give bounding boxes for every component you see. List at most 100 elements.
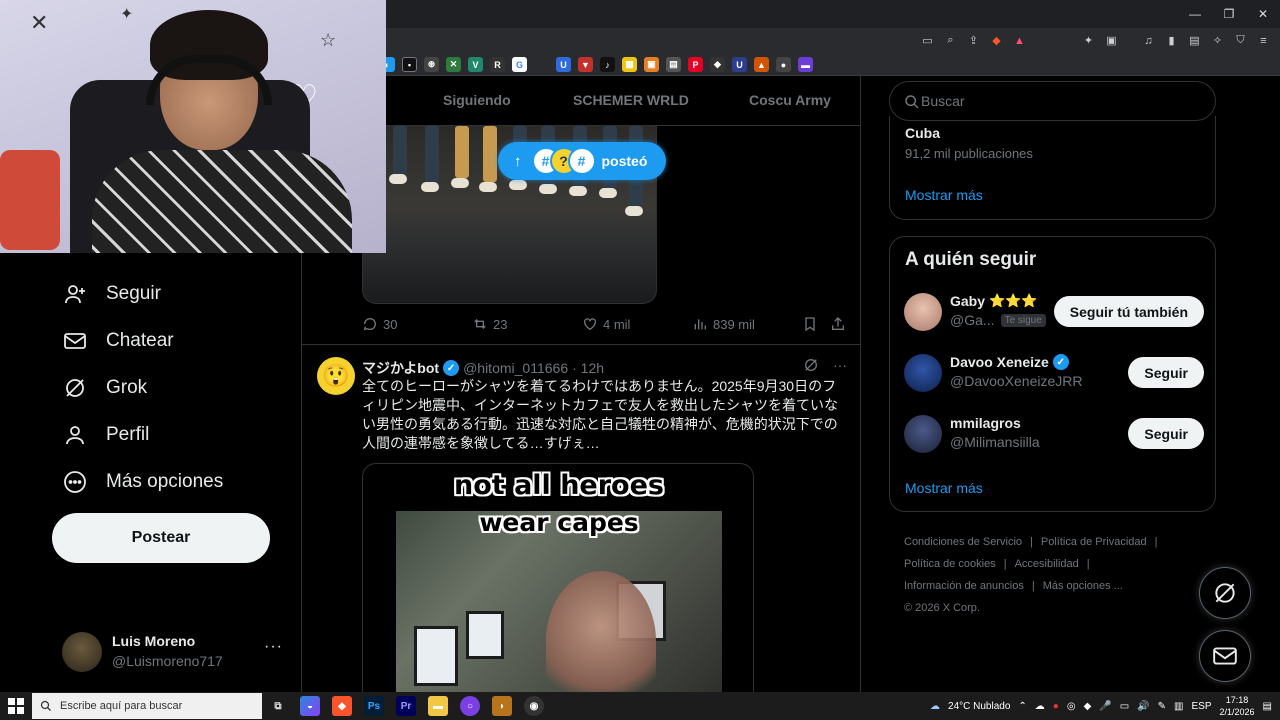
bookmark-icon[interactable]: ▲ xyxy=(754,57,769,72)
tray-icon[interactable]: ● xyxy=(1053,701,1059,712)
media-icon[interactable]: ♫ xyxy=(1140,32,1157,49)
tab-coscu-army[interactable]: Coscu Army xyxy=(749,92,831,108)
bookmark-icon[interactable]: V xyxy=(468,57,483,72)
nav-item-seguir[interactable]: Seguir xyxy=(62,279,161,309)
microphone-icon[interactable]: 🎤 xyxy=(1099,701,1111,712)
share-icon[interactable]: ⇪ xyxy=(965,32,982,49)
brave-icon[interactable]: ◆ xyxy=(332,696,352,716)
bookmark-icon[interactable]: ◆ xyxy=(710,57,725,72)
chevron-up-icon[interactable]: ⌃ xyxy=(1018,701,1026,712)
bookmark-icon[interactable]: ✕ xyxy=(446,57,461,72)
tab-schemer-wrld[interactable]: SCHEMER WRLD xyxy=(573,92,689,108)
share-button[interactable] xyxy=(830,316,846,332)
leo-icon[interactable]: ✧ xyxy=(1209,32,1226,49)
follow-suggestion[interactable]: Gaby ⭐⭐⭐ @Ga... Te sigue Seguir tú tambi… xyxy=(904,293,1204,333)
tweet-media[interactable]: not all heroes wear capes xyxy=(362,463,754,692)
bookmark-icon[interactable]: ▼ xyxy=(578,57,593,72)
volume-icon[interactable]: 🔊 xyxy=(1137,701,1149,712)
photoshop-icon[interactable]: Ps xyxy=(364,696,384,716)
app-icon[interactable]: ◗ xyxy=(492,696,512,716)
footer-link[interactable]: Política de Privacidad xyxy=(1041,531,1147,553)
premiere-icon[interactable]: Pr xyxy=(396,696,416,716)
nav-item-mas-opciones[interactable]: Más opciones xyxy=(62,467,223,497)
bookmark-icon[interactable]: ▤ xyxy=(666,57,681,72)
restore-icon[interactable]: ❐ xyxy=(1212,0,1246,28)
new-posts-pill[interactable]: ↑ # ? # posteó xyxy=(498,142,666,180)
clock[interactable]: 17:18 2/1/2026 xyxy=(1220,694,1255,718)
follow-button[interactable]: Seguir xyxy=(1128,418,1204,449)
language-indicator[interactable]: ESP xyxy=(1191,701,1211,712)
screenshot-icon[interactable]: ▣ xyxy=(1103,32,1120,49)
bookmark-icon[interactable]: ● xyxy=(776,57,791,72)
author-name[interactable]: マジかよbot xyxy=(362,358,439,378)
avatar[interactable] xyxy=(904,354,942,392)
follow-button[interactable]: Seguir xyxy=(1128,357,1204,388)
show-more-link[interactable]: Mostrar más xyxy=(905,480,983,496)
grok-fab-button[interactable] xyxy=(1199,567,1251,619)
tray-icon[interactable]: ◆ xyxy=(1084,701,1092,712)
more-icon[interactable]: ··· xyxy=(264,638,283,656)
tab-siguiendo[interactable]: Siguiendo xyxy=(443,92,511,108)
footer-link[interactable]: Política de cookies xyxy=(904,553,996,575)
windows-start-icon[interactable] xyxy=(8,698,24,714)
bookmark-icon[interactable]: R xyxy=(490,57,505,72)
obs-icon[interactable]: ◉ xyxy=(524,696,544,716)
tray-icon[interactable]: ▭ xyxy=(1120,701,1129,712)
google-icon[interactable]: G xyxy=(512,57,527,72)
bookmark-icon[interactable]: ▪ xyxy=(402,57,417,72)
bookmark-icon[interactable]: ▦ xyxy=(622,57,637,72)
bookmark-icon[interactable]: U xyxy=(732,57,747,72)
wallet-icon[interactable]: ▤ xyxy=(1186,32,1203,49)
brave-rewards-icon[interactable]: ▲ xyxy=(1011,32,1028,49)
views-button[interactable]: 839 mil xyxy=(692,316,755,332)
author-handle[interactable]: @hitomi_011666 xyxy=(463,360,568,376)
avatar[interactable] xyxy=(904,415,942,453)
grok-icon[interactable] xyxy=(803,357,819,376)
steam-icon[interactable]: ◎ xyxy=(1067,701,1076,712)
copilot-icon[interactable]: ◒ xyxy=(300,696,320,716)
extensions-icon[interactable]: ✦ xyxy=(1080,32,1097,49)
weather-text[interactable]: 24°C Nublado xyxy=(948,701,1010,712)
follow-back-button[interactable]: Seguir tú también xyxy=(1053,296,1204,327)
bookmark-icon[interactable]: ▣ xyxy=(644,57,659,72)
reply-button[interactable]: 30 xyxy=(362,316,397,332)
footer-link[interactable]: Condiciones de Servicio xyxy=(904,531,1022,553)
minimize-icon[interactable]: — xyxy=(1178,0,1212,28)
show-more-link[interactable]: Mostrar más xyxy=(905,187,983,203)
avatar[interactable] xyxy=(904,293,942,331)
close-icon[interactable]: ✕ xyxy=(1246,0,1280,28)
notification-icon[interactable]: ▤ xyxy=(1263,701,1272,712)
post-button[interactable]: Postear xyxy=(52,513,270,563)
menu-icon[interactable]: ≡ xyxy=(1255,32,1272,49)
tweet[interactable]: 😲 マジかよbot ✓ @hitomi_011666 · 12h ··· 全ての… xyxy=(302,345,860,692)
brave-shield-icon[interactable]: ◆ xyxy=(988,32,1005,49)
task-view-icon[interactable]: ⧉ xyxy=(268,696,288,716)
tray-icon[interactable]: ☁ xyxy=(1035,701,1045,712)
pen-icon[interactable]: ✎ xyxy=(1158,701,1166,712)
bookmark-icon[interactable]: ▬ xyxy=(798,57,813,72)
vpn-icon[interactable]: ⛉ xyxy=(1232,32,1249,49)
zoom-icon[interactable]: ⌕ xyxy=(942,32,959,49)
tiktok-icon[interactable]: ♪ xyxy=(600,57,615,72)
network-icon[interactable]: ▥ xyxy=(1174,701,1183,712)
footer-link[interactable]: Más opciones ... xyxy=(1043,575,1123,597)
app-icon[interactable]: ○ xyxy=(460,696,480,716)
bookmark-button[interactable] xyxy=(802,316,818,332)
avatar[interactable]: 😲 xyxy=(317,357,355,395)
nav-item-perfil[interactable]: Perfil xyxy=(62,420,149,450)
search-input[interactable]: Buscar xyxy=(889,81,1216,121)
more-icon[interactable]: ··· xyxy=(833,357,847,376)
footer-link[interactable]: Información de anuncios xyxy=(904,575,1024,597)
footer-link[interactable]: Accesibilidad xyxy=(1015,553,1079,575)
nav-item-chatear[interactable]: Chatear xyxy=(62,326,174,356)
follow-suggestion[interactable]: Davoo Xeneize ✓ @DavooXeneizeJRR Seguir xyxy=(904,354,1204,394)
like-button[interactable]: 4 mil xyxy=(582,316,630,332)
taskbar-search-input[interactable]: Escribe aquí para buscar xyxy=(32,693,262,719)
bookmark-icon[interactable]: U xyxy=(556,57,571,72)
nav-item-grok[interactable]: Grok xyxy=(62,373,147,403)
messages-fab-button[interactable] xyxy=(1199,630,1251,682)
file-explorer-icon[interactable]: ▬ xyxy=(428,696,448,716)
trend-title[interactable]: Cuba xyxy=(905,125,940,141)
pinterest-icon[interactable]: P xyxy=(688,57,703,72)
account-switcher[interactable]: Luis Moreno @Luismoreno717 ··· xyxy=(62,630,292,674)
